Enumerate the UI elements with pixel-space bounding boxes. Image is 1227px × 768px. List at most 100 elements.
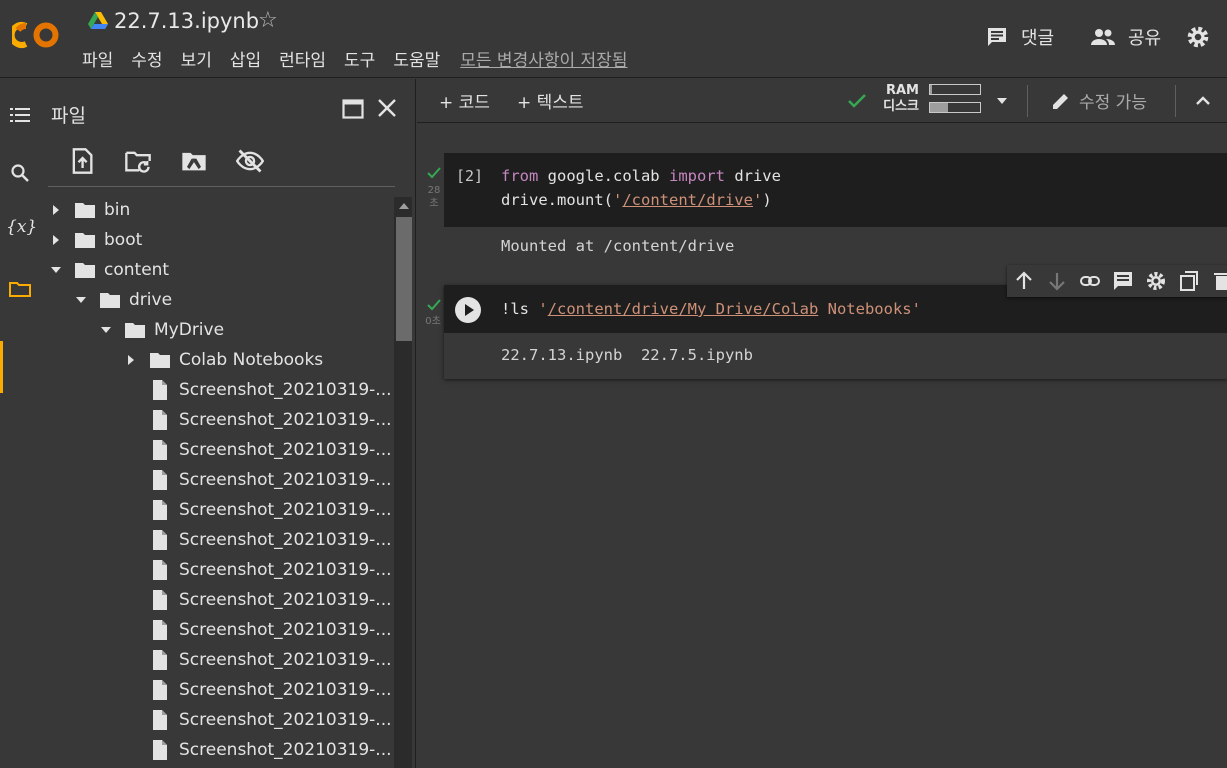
tree-file[interactable]: Screenshot_20210319-... — [125, 585, 392, 615]
mirror-cell-icon[interactable] — [1178, 270, 1200, 292]
tree-folder[interactable]: content — [50, 255, 169, 285]
play-icon[interactable] — [455, 297, 481, 323]
menu-file[interactable]: 파일 — [82, 46, 113, 71]
divider — [1027, 85, 1028, 117]
tree-folder[interactable]: drive — [75, 285, 172, 315]
tree-file[interactable]: Screenshot_20210319-... — [125, 555, 392, 585]
disk-label: 디스크 — [883, 99, 919, 114]
colab-logo[interactable] — [12, 18, 64, 52]
code-cell[interactable]: 28 초 [2] from google.colab import drive d… — [427, 153, 1227, 273]
tree-item-label: Colab Notebooks — [179, 350, 324, 370]
mount-drive-icon[interactable] — [180, 147, 208, 175]
share-button[interactable]: 공유 — [1090, 24, 1161, 50]
file-icon — [153, 500, 167, 520]
file-icon — [153, 620, 167, 640]
tree-folder[interactable]: Colab Notebooks — [125, 345, 323, 375]
menu-tools[interactable]: 도구 — [344, 46, 375, 71]
tree-file[interactable]: Screenshot_20210319-... — [125, 435, 392, 465]
ram-label: RAM — [885, 83, 919, 98]
caret-right-icon[interactable] — [125, 354, 137, 366]
tree-file[interactable]: Screenshot_20210319-... — [125, 705, 392, 735]
upload-icon[interactable] — [68, 147, 96, 175]
toc-icon[interactable] — [8, 103, 32, 127]
add-text-button[interactable]: + 텍스트 — [517, 88, 584, 113]
google-drive-icon[interactable] — [88, 12, 108, 30]
tree-item-label: Screenshot_20210319-... — [179, 470, 392, 490]
tree-file[interactable]: Screenshot_20210319-... — [125, 495, 392, 525]
tree-item-label: Screenshot_20210319-... — [179, 590, 392, 610]
search-icon[interactable] — [8, 161, 32, 185]
menu-edit[interactable]: 수정 — [131, 46, 162, 71]
ram-usage-bar[interactable] — [929, 84, 981, 95]
open-in-tab-icon[interactable] — [342, 99, 364, 119]
comments-button[interactable]: 댓글 — [985, 24, 1054, 50]
file-toolbar — [68, 147, 264, 177]
tree-folder[interactable]: boot — [50, 225, 142, 255]
chevron-down-icon[interactable] — [997, 98, 1007, 104]
chevron-up-icon[interactable] — [1193, 91, 1213, 111]
tree-item-label: Screenshot_20210319-... — [179, 680, 392, 700]
file-icon — [153, 560, 167, 580]
file-icon — [153, 680, 167, 700]
code-line: drive.mount('/content/drive') — [501, 191, 772, 209]
tree-file[interactable]: Screenshot_20210319-... — [125, 465, 392, 495]
exec-count: [2] — [456, 167, 484, 185]
variables-icon[interactable]: {x} — [6, 217, 37, 241]
star-icon[interactable]: ☆ — [258, 8, 278, 33]
close-icon[interactable] — [376, 97, 398, 119]
cell-comment-icon[interactable] — [1112, 270, 1134, 292]
code-editor[interactable]: [2] from google.colab import drive drive… — [444, 153, 1227, 227]
path-link[interactable]: /content/drive — [622, 191, 753, 209]
tree-item-label: Screenshot_20210319-... — [179, 500, 392, 520]
disk-usage-bar[interactable] — [929, 102, 981, 113]
gear-icon[interactable] — [1185, 24, 1211, 50]
tree-file[interactable]: Screenshot_20210319-... — [125, 645, 392, 675]
menu-help[interactable]: 도움말 — [393, 46, 440, 71]
spacer — [125, 714, 137, 726]
tree-item-label: Screenshot_20210319-... — [179, 710, 392, 730]
code-cell-focused[interactable]: 0초 !ls '/content/drive/My Drive/Colab No… — [425, 285, 1227, 379]
menu-runtime[interactable]: 런타임 — [279, 46, 326, 71]
folder-icon[interactable] — [8, 277, 32, 301]
tree-file[interactable]: Screenshot_20210319-... — [125, 405, 392, 435]
scrollbar[interactable] — [394, 197, 412, 768]
arrow-up-icon[interactable] — [1013, 270, 1035, 292]
arrow-down-icon[interactable] — [1046, 270, 1068, 292]
folder-icon — [100, 293, 120, 308]
tree-file[interactable]: Screenshot_20210319-... — [125, 525, 392, 555]
scrollbar-thumb[interactable] — [396, 217, 412, 341]
edit-mode-button[interactable]: 수정 가능 — [1051, 88, 1147, 113]
refresh-folder-icon[interactable] — [124, 147, 152, 175]
notebook-area: + 코드 + 텍스트 RAM 디스크 수정 가능 28 초 [2] from g… — [417, 79, 1227, 768]
menu-insert[interactable]: 삽입 — [230, 46, 261, 71]
add-code-button[interactable]: + 코드 — [439, 88, 490, 113]
caret-right-icon[interactable] — [50, 204, 62, 216]
tree-item-label: MyDrive — [154, 320, 225, 340]
comment-icon — [988, 28, 1006, 46]
panel-title: 파일 — [51, 105, 86, 127]
cell-settings-icon[interactable] — [1145, 270, 1167, 292]
save-status-link[interactable]: 모든 변경사항이 저장됨 — [460, 46, 627, 71]
notebook-title[interactable]: 22.7.13.ipynb — [114, 9, 259, 33]
tree-folder[interactable]: MyDrive — [100, 315, 224, 345]
caret-down-icon[interactable] — [100, 324, 112, 336]
path-link[interactable]: /content/drive/My Drive/Colab — [548, 300, 819, 318]
hide-files-icon[interactable] — [236, 147, 264, 175]
tree-file[interactable]: Screenshot_20210319-... — [125, 375, 392, 405]
tree-file[interactable]: Screenshot_20210319-... — [125, 615, 392, 645]
link-icon[interactable] — [1079, 270, 1101, 292]
delete-icon[interactable] — [1211, 270, 1227, 292]
tree-file[interactable]: Screenshot_20210319-... — [125, 675, 392, 705]
tree-folder[interactable]: bin — [50, 195, 130, 225]
tree-item-label: drive — [129, 290, 173, 310]
caret-right-icon[interactable] — [50, 234, 62, 246]
tree-item-label: Screenshot_20210319-... — [179, 410, 392, 430]
file-icon — [153, 710, 167, 730]
file-icon — [153, 380, 167, 400]
resource-labels[interactable]: RAM 디스크 — [875, 83, 919, 115]
scroll-up-arrow[interactable] — [399, 203, 409, 209]
menu-view[interactable]: 보기 — [181, 46, 212, 71]
tree-file[interactable]: Screenshot_20210319-... — [125, 735, 392, 765]
caret-down-icon[interactable] — [75, 294, 87, 306]
caret-down-icon[interactable] — [50, 264, 62, 276]
